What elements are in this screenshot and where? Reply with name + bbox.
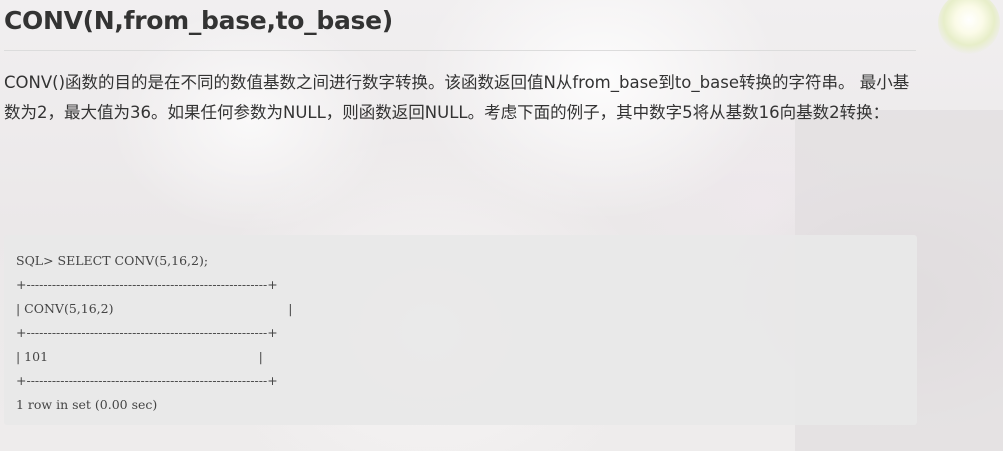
section-title: CONV(N,from_base,to_base): [4, 6, 393, 35]
code-example-block: SQL> SELECT CONV(5,16,2); +-------------…: [4, 235, 917, 425]
code-line-border-mid: +---------------------------------------…: [16, 325, 278, 340]
code-line-result: | 101 |: [16, 349, 263, 364]
code-line-query: SQL> SELECT CONV(5,16,2);: [16, 253, 209, 268]
code-line-border-top: +---------------------------------------…: [16, 277, 278, 292]
section-description: CONV()函数的目的是在不同的数值基数之间进行数字转换。该函数返回值N从fro…: [4, 73, 910, 122]
title-divider: [4, 50, 916, 51]
code-line-rowcount: 1 row in set (0.00 sec): [16, 397, 158, 412]
code-line-border-bottom: +---------------------------------------…: [16, 373, 278, 388]
code-line-header: | CONV(5,16,2) |: [16, 301, 293, 316]
code-example-text: SQL> SELECT CONV(5,16,2); +-------------…: [16, 249, 293, 417]
